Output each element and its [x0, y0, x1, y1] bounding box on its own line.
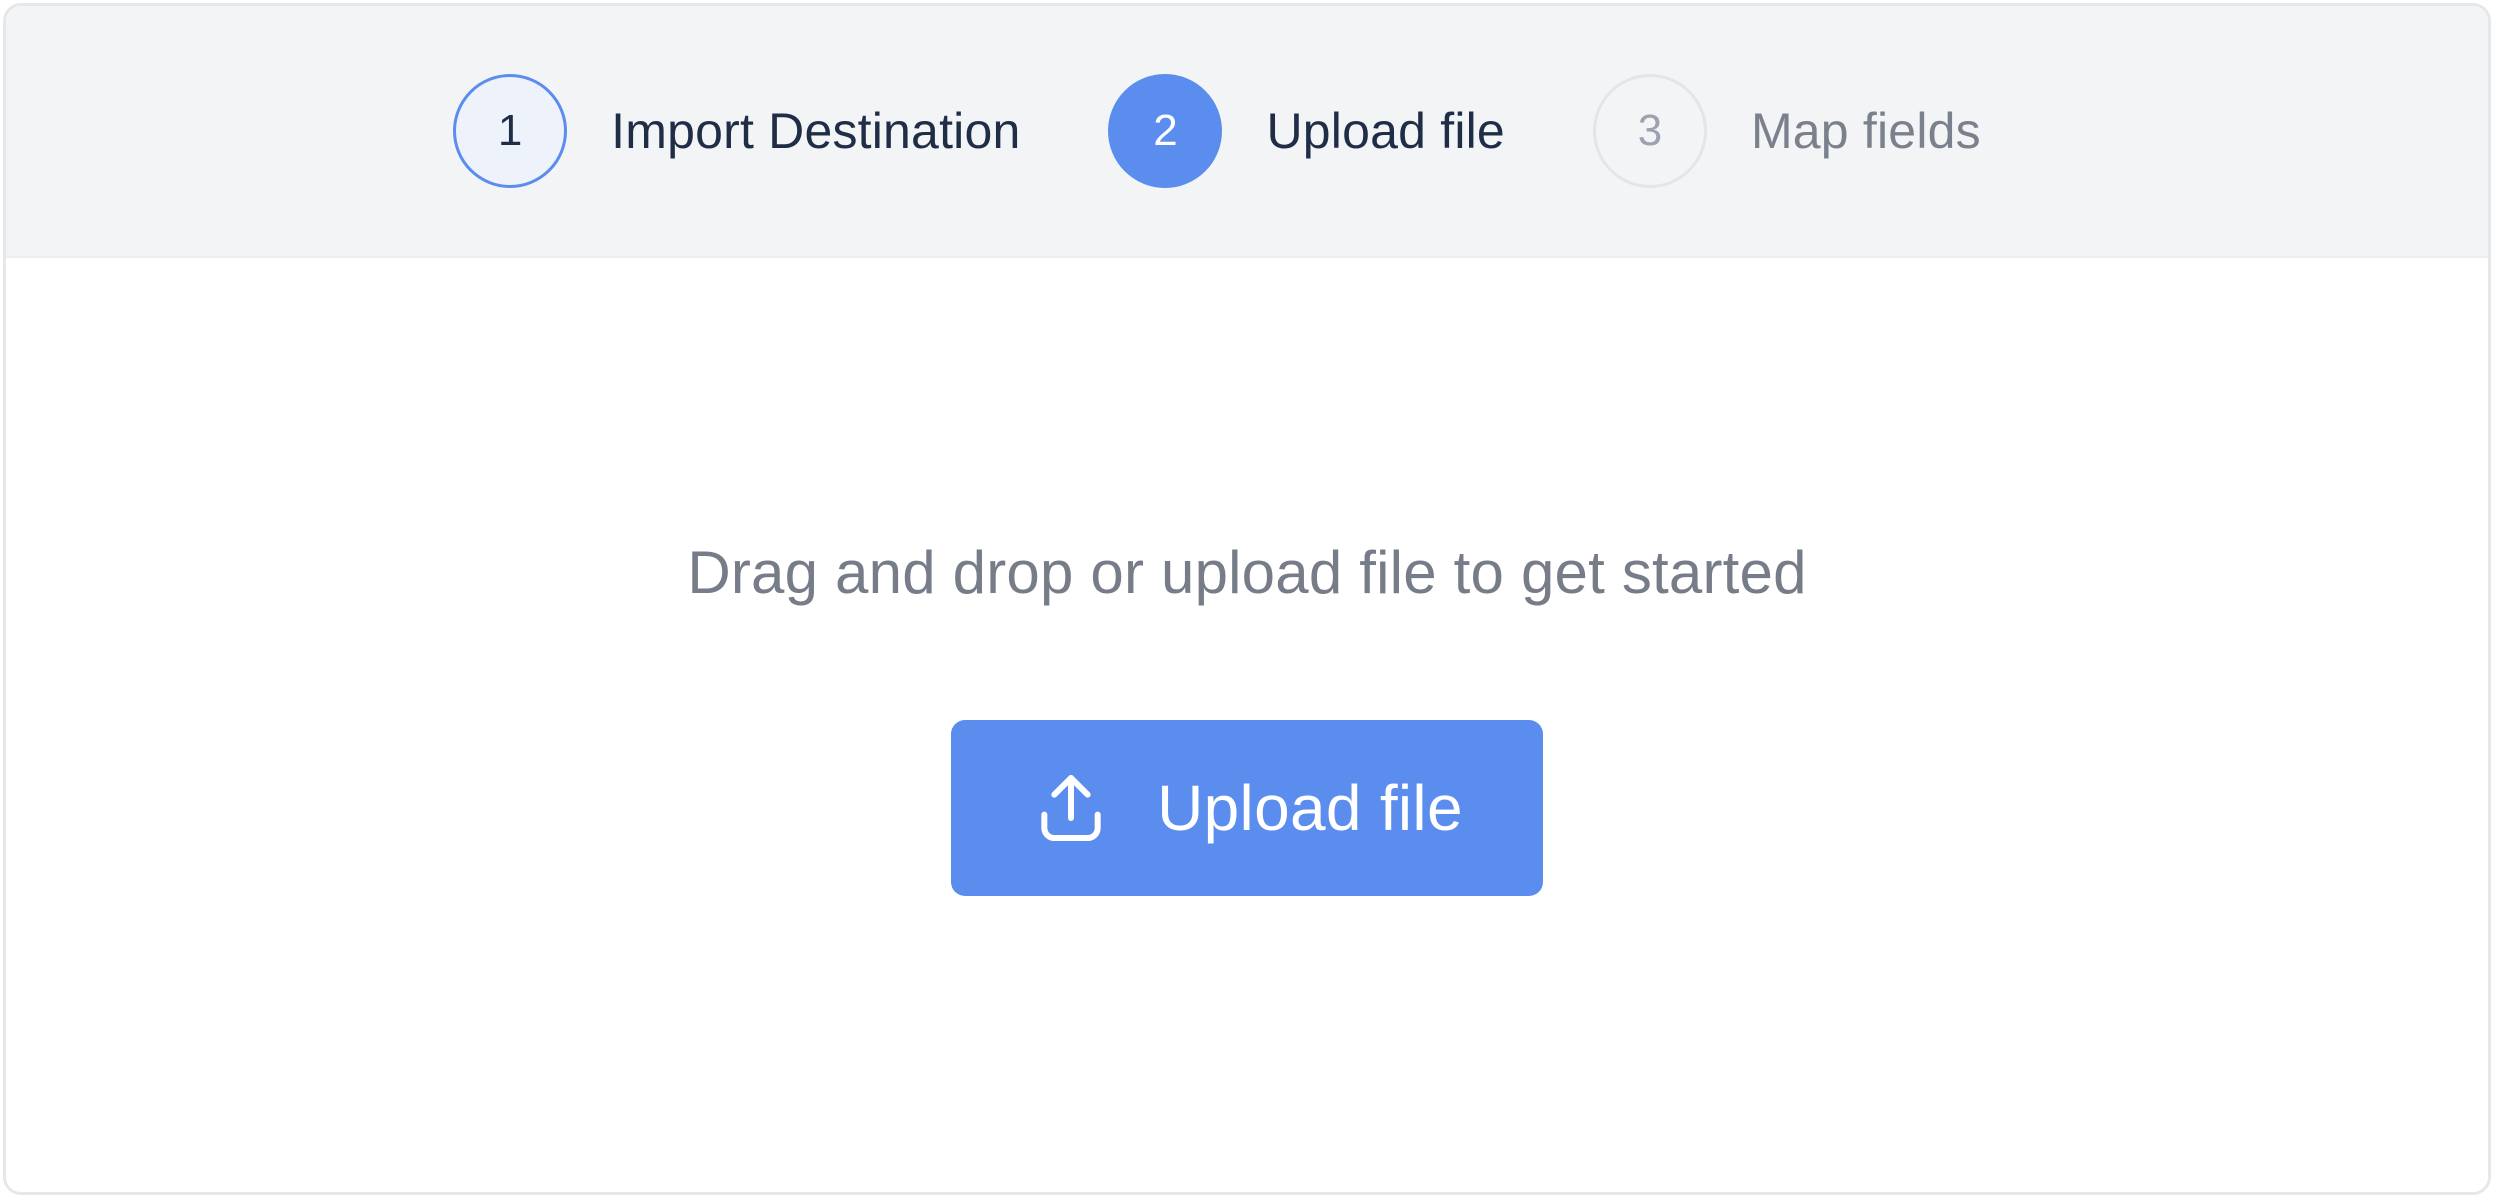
- step-number-badge: 2: [1108, 74, 1223, 188]
- import-wizard: 1 Import Destination 2 Upload file 3 Map…: [3, 3, 2491, 1195]
- step-number-badge: 3: [1592, 74, 1707, 188]
- dropzone-prompt: Drag and drop or upload file to get star…: [687, 539, 1807, 606]
- step-import-destination[interactable]: 1 Import Destination: [453, 74, 1020, 188]
- step-number-badge: 1: [453, 74, 568, 188]
- steps-row: 1 Import Destination 2 Upload file 3 Map…: [453, 74, 1981, 188]
- step-label: Map fields: [1750, 103, 1981, 159]
- step-label: Upload file: [1266, 103, 1505, 159]
- step-label: Import Destination: [611, 103, 1021, 159]
- step-map-fields[interactable]: 3 Map fields: [1592, 74, 1981, 188]
- stepper: 1 Import Destination 2 Upload file 3 Map…: [6, 6, 2488, 258]
- dropzone[interactable]: Drag and drop or upload file to get star…: [6, 258, 2488, 1192]
- upload-file-button[interactable]: Upload file: [951, 720, 1543, 896]
- upload-button-label: Upload file: [1157, 772, 1463, 844]
- step-upload-file[interactable]: 2 Upload file: [1108, 74, 1505, 188]
- upload-icon: [1031, 768, 1111, 848]
